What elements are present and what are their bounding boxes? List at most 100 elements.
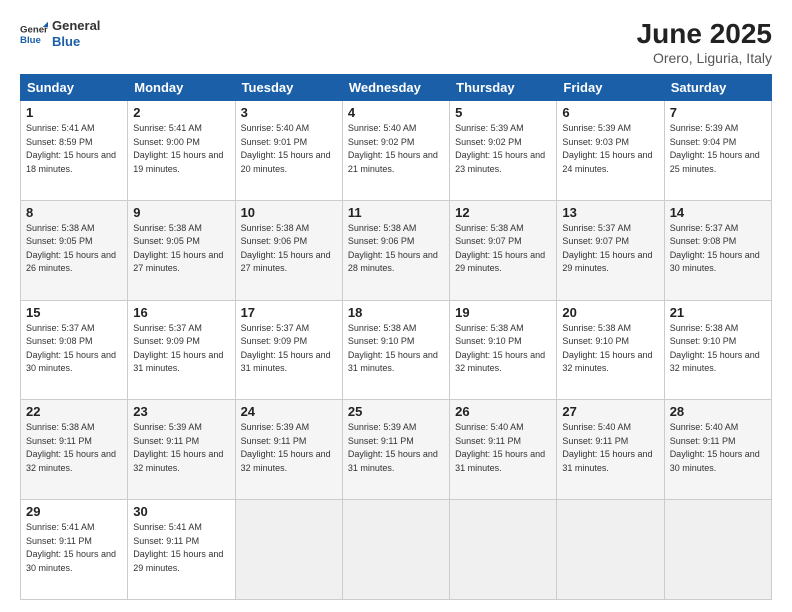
day-info: Sunrise: 5:39 AM Sunset: 9:11 PM Dayligh…	[133, 421, 229, 475]
sunrise-text: Sunrise: 5:38 AM	[26, 222, 122, 236]
day-number: 21	[670, 305, 766, 320]
daylight-text: Daylight: 15 hours and 30 minutes.	[26, 548, 122, 575]
table-row: 4 Sunrise: 5:40 AM Sunset: 9:02 PM Dayli…	[342, 101, 449, 201]
day-number: 25	[348, 404, 444, 419]
day-number: 26	[455, 404, 551, 419]
table-row	[557, 500, 664, 600]
day-number: 23	[133, 404, 229, 419]
daylight-text: Daylight: 15 hours and 25 minutes.	[670, 149, 766, 176]
day-number: 24	[241, 404, 337, 419]
table-row: 7 Sunrise: 5:39 AM Sunset: 9:04 PM Dayli…	[664, 101, 771, 201]
sunset-text: Sunset: 9:02 PM	[455, 136, 551, 150]
table-row: 17 Sunrise: 5:37 AM Sunset: 9:09 PM Dayl…	[235, 300, 342, 400]
sunrise-text: Sunrise: 5:39 AM	[670, 122, 766, 136]
sunset-text: Sunset: 9:10 PM	[455, 335, 551, 349]
day-number: 29	[26, 504, 122, 519]
sunset-text: Sunset: 9:06 PM	[241, 235, 337, 249]
sunrise-text: Sunrise: 5:37 AM	[26, 322, 122, 336]
daylight-text: Daylight: 15 hours and 32 minutes.	[241, 448, 337, 475]
table-row: 3 Sunrise: 5:40 AM Sunset: 9:01 PM Dayli…	[235, 101, 342, 201]
day-number: 28	[670, 404, 766, 419]
sunrise-text: Sunrise: 5:38 AM	[455, 322, 551, 336]
daylight-text: Daylight: 15 hours and 30 minutes.	[670, 249, 766, 276]
sunrise-text: Sunrise: 5:39 AM	[133, 421, 229, 435]
page: General Blue General Blue June 2025 Orer…	[0, 0, 792, 612]
daylight-text: Daylight: 15 hours and 31 minutes.	[241, 349, 337, 376]
col-monday: Monday	[128, 75, 235, 101]
day-info: Sunrise: 5:38 AM Sunset: 9:07 PM Dayligh…	[455, 222, 551, 276]
table-row: 25 Sunrise: 5:39 AM Sunset: 9:11 PM Dayl…	[342, 400, 449, 500]
day-number: 1	[26, 105, 122, 120]
sunset-text: Sunset: 9:07 PM	[455, 235, 551, 249]
sunrise-text: Sunrise: 5:38 AM	[241, 222, 337, 236]
table-row: 21 Sunrise: 5:38 AM Sunset: 9:10 PM Dayl…	[664, 300, 771, 400]
logo: General Blue General Blue	[20, 18, 100, 49]
table-row	[235, 500, 342, 600]
day-info: Sunrise: 5:38 AM Sunset: 9:06 PM Dayligh…	[241, 222, 337, 276]
sunset-text: Sunset: 9:08 PM	[26, 335, 122, 349]
sunset-text: Sunset: 9:01 PM	[241, 136, 337, 150]
day-info: Sunrise: 5:38 AM Sunset: 9:10 PM Dayligh…	[670, 322, 766, 376]
daylight-text: Daylight: 15 hours and 31 minutes.	[133, 349, 229, 376]
sunrise-text: Sunrise: 5:38 AM	[562, 322, 658, 336]
sunrise-text: Sunrise: 5:38 AM	[26, 421, 122, 435]
table-row: 1 Sunrise: 5:41 AM Sunset: 8:59 PM Dayli…	[21, 101, 128, 201]
day-info: Sunrise: 5:40 AM Sunset: 9:11 PM Dayligh…	[670, 421, 766, 475]
sunset-text: Sunset: 9:11 PM	[26, 535, 122, 549]
day-info: Sunrise: 5:41 AM Sunset: 9:11 PM Dayligh…	[133, 521, 229, 575]
table-row	[342, 500, 449, 600]
sunrise-text: Sunrise: 5:39 AM	[241, 421, 337, 435]
daylight-text: Daylight: 15 hours and 29 minutes.	[455, 249, 551, 276]
sunrise-text: Sunrise: 5:40 AM	[562, 421, 658, 435]
logo-blue: Blue	[52, 34, 100, 50]
sunset-text: Sunset: 9:09 PM	[133, 335, 229, 349]
main-title: June 2025	[637, 18, 772, 50]
table-row: 24 Sunrise: 5:39 AM Sunset: 9:11 PM Dayl…	[235, 400, 342, 500]
sunset-text: Sunset: 9:10 PM	[348, 335, 444, 349]
sunset-text: Sunset: 9:11 PM	[670, 435, 766, 449]
daylight-text: Daylight: 15 hours and 18 minutes.	[26, 149, 122, 176]
table-row: 18 Sunrise: 5:38 AM Sunset: 9:10 PM Dayl…	[342, 300, 449, 400]
daylight-text: Daylight: 15 hours and 23 minutes.	[455, 149, 551, 176]
daylight-text: Daylight: 15 hours and 32 minutes.	[133, 448, 229, 475]
table-row: 14 Sunrise: 5:37 AM Sunset: 9:08 PM Dayl…	[664, 200, 771, 300]
calendar-week-row: 22 Sunrise: 5:38 AM Sunset: 9:11 PM Dayl…	[21, 400, 772, 500]
sunrise-text: Sunrise: 5:40 AM	[455, 421, 551, 435]
daylight-text: Daylight: 15 hours and 30 minutes.	[26, 349, 122, 376]
day-info: Sunrise: 5:40 AM Sunset: 9:11 PM Dayligh…	[455, 421, 551, 475]
sunset-text: Sunset: 9:04 PM	[670, 136, 766, 150]
daylight-text: Daylight: 15 hours and 31 minutes.	[348, 349, 444, 376]
day-number: 20	[562, 305, 658, 320]
sunset-text: Sunset: 8:59 PM	[26, 136, 122, 150]
title-block: June 2025 Orero, Liguria, Italy	[637, 18, 772, 66]
col-sunday: Sunday	[21, 75, 128, 101]
table-row: 16 Sunrise: 5:37 AM Sunset: 9:09 PM Dayl…	[128, 300, 235, 400]
sunset-text: Sunset: 9:11 PM	[562, 435, 658, 449]
table-row: 11 Sunrise: 5:38 AM Sunset: 9:06 PM Dayl…	[342, 200, 449, 300]
day-number: 19	[455, 305, 551, 320]
sunset-text: Sunset: 9:10 PM	[562, 335, 658, 349]
daylight-text: Daylight: 15 hours and 32 minutes.	[455, 349, 551, 376]
day-number: 10	[241, 205, 337, 220]
daylight-text: Daylight: 15 hours and 20 minutes.	[241, 149, 337, 176]
day-info: Sunrise: 5:38 AM Sunset: 9:11 PM Dayligh…	[26, 421, 122, 475]
sunset-text: Sunset: 9:11 PM	[455, 435, 551, 449]
daylight-text: Daylight: 15 hours and 32 minutes.	[670, 349, 766, 376]
table-row: 12 Sunrise: 5:38 AM Sunset: 9:07 PM Dayl…	[450, 200, 557, 300]
sunrise-text: Sunrise: 5:39 AM	[562, 122, 658, 136]
day-number: 3	[241, 105, 337, 120]
col-saturday: Saturday	[664, 75, 771, 101]
daylight-text: Daylight: 15 hours and 29 minutes.	[133, 548, 229, 575]
calendar-week-row: 29 Sunrise: 5:41 AM Sunset: 9:11 PM Dayl…	[21, 500, 772, 600]
sunrise-text: Sunrise: 5:40 AM	[670, 421, 766, 435]
sunrise-text: Sunrise: 5:39 AM	[455, 122, 551, 136]
day-info: Sunrise: 5:37 AM Sunset: 9:07 PM Dayligh…	[562, 222, 658, 276]
table-row: 30 Sunrise: 5:41 AM Sunset: 9:11 PM Dayl…	[128, 500, 235, 600]
calendar-header-row: Sunday Monday Tuesday Wednesday Thursday…	[21, 75, 772, 101]
day-info: Sunrise: 5:41 AM Sunset: 9:00 PM Dayligh…	[133, 122, 229, 176]
table-row: 9 Sunrise: 5:38 AM Sunset: 9:05 PM Dayli…	[128, 200, 235, 300]
table-row: 20 Sunrise: 5:38 AM Sunset: 9:10 PM Dayl…	[557, 300, 664, 400]
daylight-text: Daylight: 15 hours and 29 minutes.	[562, 249, 658, 276]
day-info: Sunrise: 5:39 AM Sunset: 9:11 PM Dayligh…	[348, 421, 444, 475]
sunrise-text: Sunrise: 5:41 AM	[26, 521, 122, 535]
